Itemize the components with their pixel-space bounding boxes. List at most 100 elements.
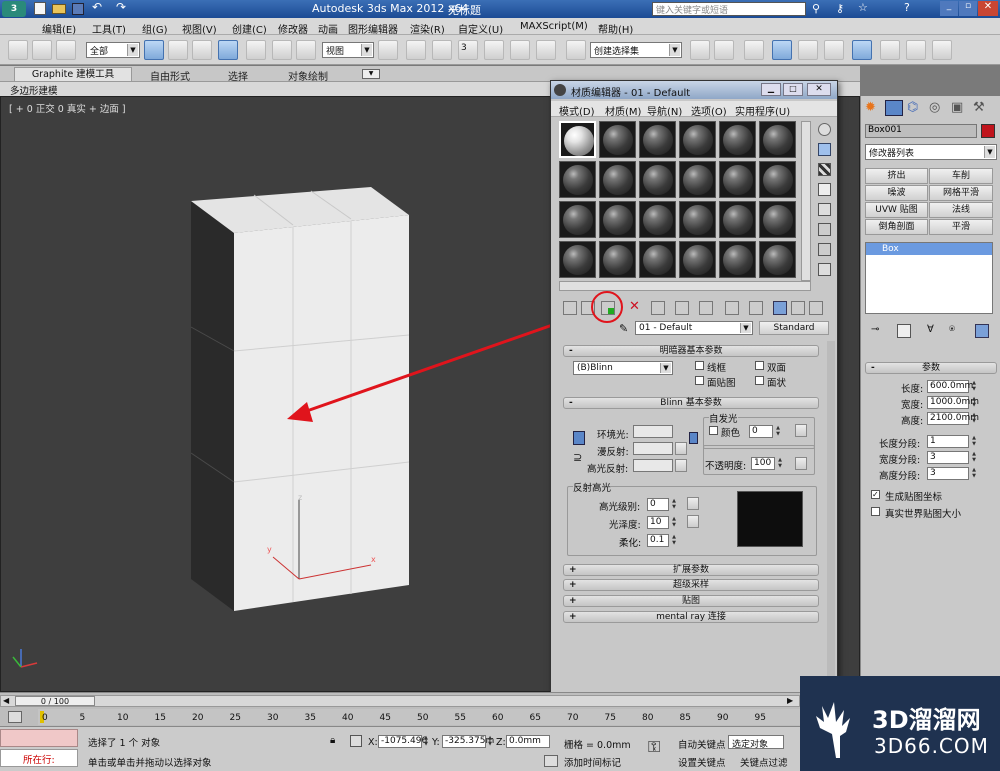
sample-slot[interactable] [639, 161, 676, 198]
new-file-icon[interactable] [34, 2, 46, 15]
lock-diffuse-specular-icon[interactable]: ⊇ [573, 451, 582, 464]
ribbon-tab-graphite[interactable]: Graphite 建模工具 [14, 67, 132, 81]
menu-views[interactable]: 视图(V) [182, 21, 217, 36]
key-icon[interactable]: ⚷ [836, 2, 844, 15]
mirror-icon[interactable] [690, 40, 710, 60]
wire-checkbox[interactable] [695, 361, 704, 370]
opacity-spinner[interactable]: ▲ ▼ [776, 457, 784, 470]
gen-mapping-checkbox[interactable]: ✓ [871, 490, 880, 499]
menu-edit[interactable]: 编辑(E) [42, 21, 76, 36]
x-coord-field[interactable]: -1075.496 [378, 735, 427, 748]
minimize-icon[interactable]: _ [940, 1, 958, 16]
maps-rollout-header[interactable]: + 贴图 [563, 595, 819, 607]
go-forward-sibling-icon[interactable] [809, 301, 823, 315]
sample-slot[interactable] [719, 121, 756, 158]
modifier-stack[interactable]: Box [865, 242, 993, 314]
maximize-icon[interactable]: ▫ [959, 1, 977, 16]
selection-lock-icon[interactable]: 🔒︎ [330, 735, 335, 746]
sample-slot[interactable] [599, 161, 636, 198]
face-map-checkbox[interactable] [695, 376, 704, 385]
sample-slot[interactable] [679, 201, 716, 238]
lock-ambient-diffuse-icon[interactable] [573, 431, 585, 445]
configure-sets-icon[interactable] [975, 324, 989, 338]
menu-group[interactable]: 组(G) [142, 21, 168, 36]
add-time-tag-icon[interactable] [544, 755, 558, 767]
curve-editor-mini-icon[interactable] [8, 711, 22, 723]
stack-item-box[interactable]: Box [866, 243, 992, 255]
remove-modifier-icon[interactable]: ⍟ [949, 324, 955, 335]
sample-slot[interactable] [559, 201, 596, 238]
make-unique-icon[interactable] [675, 301, 689, 315]
ribbon-panel-label[interactable]: 多边形建模 [10, 83, 58, 97]
sample-slot[interactable] [679, 241, 716, 278]
reset-material-icon[interactable]: ✕ [629, 299, 640, 314]
soften-field[interactable]: 0.1 [647, 534, 669, 547]
glossiness-map-button[interactable] [687, 515, 699, 528]
render-teapot-icon[interactable] [932, 40, 952, 60]
rendered-frame-icon[interactable] [906, 40, 926, 60]
search-input[interactable]: 键入关键字或短语 [652, 2, 806, 16]
select-manipulate-icon[interactable] [406, 40, 426, 60]
set-key-big-icon[interactable]: ⚿ [648, 737, 660, 757]
material-id-icon[interactable] [725, 301, 739, 315]
eyedropper-icon[interactable]: ✎ [619, 322, 628, 335]
minimize-icon[interactable]: ▁ [761, 83, 781, 96]
close-icon[interactable]: ✕ [978, 1, 998, 16]
material-type-button[interactable]: Standard [759, 321, 829, 335]
menu-customize[interactable]: 自定义(U) [458, 21, 503, 36]
spinner-snap-icon[interactable] [536, 40, 556, 60]
star-icon[interactable]: ☆ [858, 1, 868, 14]
window-crossing-icon[interactable] [218, 40, 238, 60]
length-spinner[interactable]: ▲ ▼ [970, 380, 978, 393]
length-segs-spinner[interactable]: ▲ ▼ [970, 435, 978, 448]
scale-icon[interactable] [296, 40, 316, 60]
edit-named-selection-icon[interactable] [566, 40, 586, 60]
material-editor-icon[interactable] [852, 40, 872, 60]
select-by-material-icon[interactable] [818, 263, 831, 276]
selection-filter-dropdown[interactable]: 全部 ▼ [86, 42, 140, 58]
time-slider-thumb[interactable]: 0 / 100 [15, 696, 95, 706]
menu-animation[interactable]: 动画 [318, 21, 338, 36]
sample-slot[interactable] [679, 161, 716, 198]
make-preview-icon[interactable] [818, 223, 831, 236]
extended-params-rollout-header[interactable]: + 扩展参数 [563, 564, 819, 576]
show-map-icon[interactable] [749, 301, 763, 315]
menu-rendering[interactable]: 渲染(R) [410, 21, 445, 36]
next-frame-icon[interactable]: ▶ [787, 696, 793, 705]
faceted-checkbox[interactable] [755, 376, 764, 385]
sample-slot[interactable] [679, 121, 716, 158]
self-illum-map-button[interactable] [795, 424, 807, 437]
diffuse-color-swatch[interactable] [633, 442, 673, 455]
hierarchy-tab-icon[interactable]: ⌬ [907, 100, 925, 116]
spec-level-spinner[interactable]: ▲ ▼ [670, 498, 678, 511]
y-coord-spinner[interactable]: ▲ ▼ [486, 735, 494, 748]
background-icon[interactable] [818, 163, 831, 176]
sample-slot[interactable] [599, 241, 636, 278]
sample-slot[interactable] [759, 241, 796, 278]
undo-icon[interactable]: ↶ [92, 0, 102, 14]
menu-help[interactable]: 帮助(H) [598, 21, 633, 36]
menu-tools[interactable]: 工具(T) [92, 21, 126, 36]
me-menu-material[interactable]: 材质(M) [605, 103, 641, 118]
ribbon-tab-selection[interactable]: 选择 [228, 68, 248, 83]
width-segs-spinner[interactable]: ▲ ▼ [970, 451, 978, 464]
angle-snap-icon[interactable] [484, 40, 504, 60]
width-spinner[interactable]: ▲ ▼ [970, 396, 978, 409]
modify-tab-icon[interactable] [885, 100, 903, 116]
shader-dropdown[interactable]: (B)Blinn ▼ [573, 361, 673, 375]
pin-stack-icon[interactable]: ⊸ [871, 324, 879, 335]
object-name-field[interactable]: Box001 [865, 124, 977, 138]
create-tab-icon[interactable]: ✹ [865, 100, 883, 116]
lathe-button[interactable]: 车削 [929, 168, 993, 184]
sample-slot[interactable] [559, 241, 596, 278]
shader-basic-rollout-header[interactable]: - 明暗器基本参数 [563, 345, 819, 357]
sample-slot[interactable] [719, 201, 756, 238]
uv-tiling-icon[interactable] [818, 183, 831, 196]
material-name-dropdown[interactable]: 01 - Default ▼ [635, 321, 753, 335]
sample-slot[interactable] [599, 121, 636, 158]
sample-slot[interactable] [759, 121, 796, 158]
layer-manager-icon[interactable] [744, 40, 764, 60]
ribbon-tab-object-paint[interactable]: 对象绘制 [288, 68, 328, 83]
help-icon[interactable]: ? [904, 1, 910, 14]
me-menu-utilities[interactable]: 实用程序(U) [735, 103, 790, 118]
